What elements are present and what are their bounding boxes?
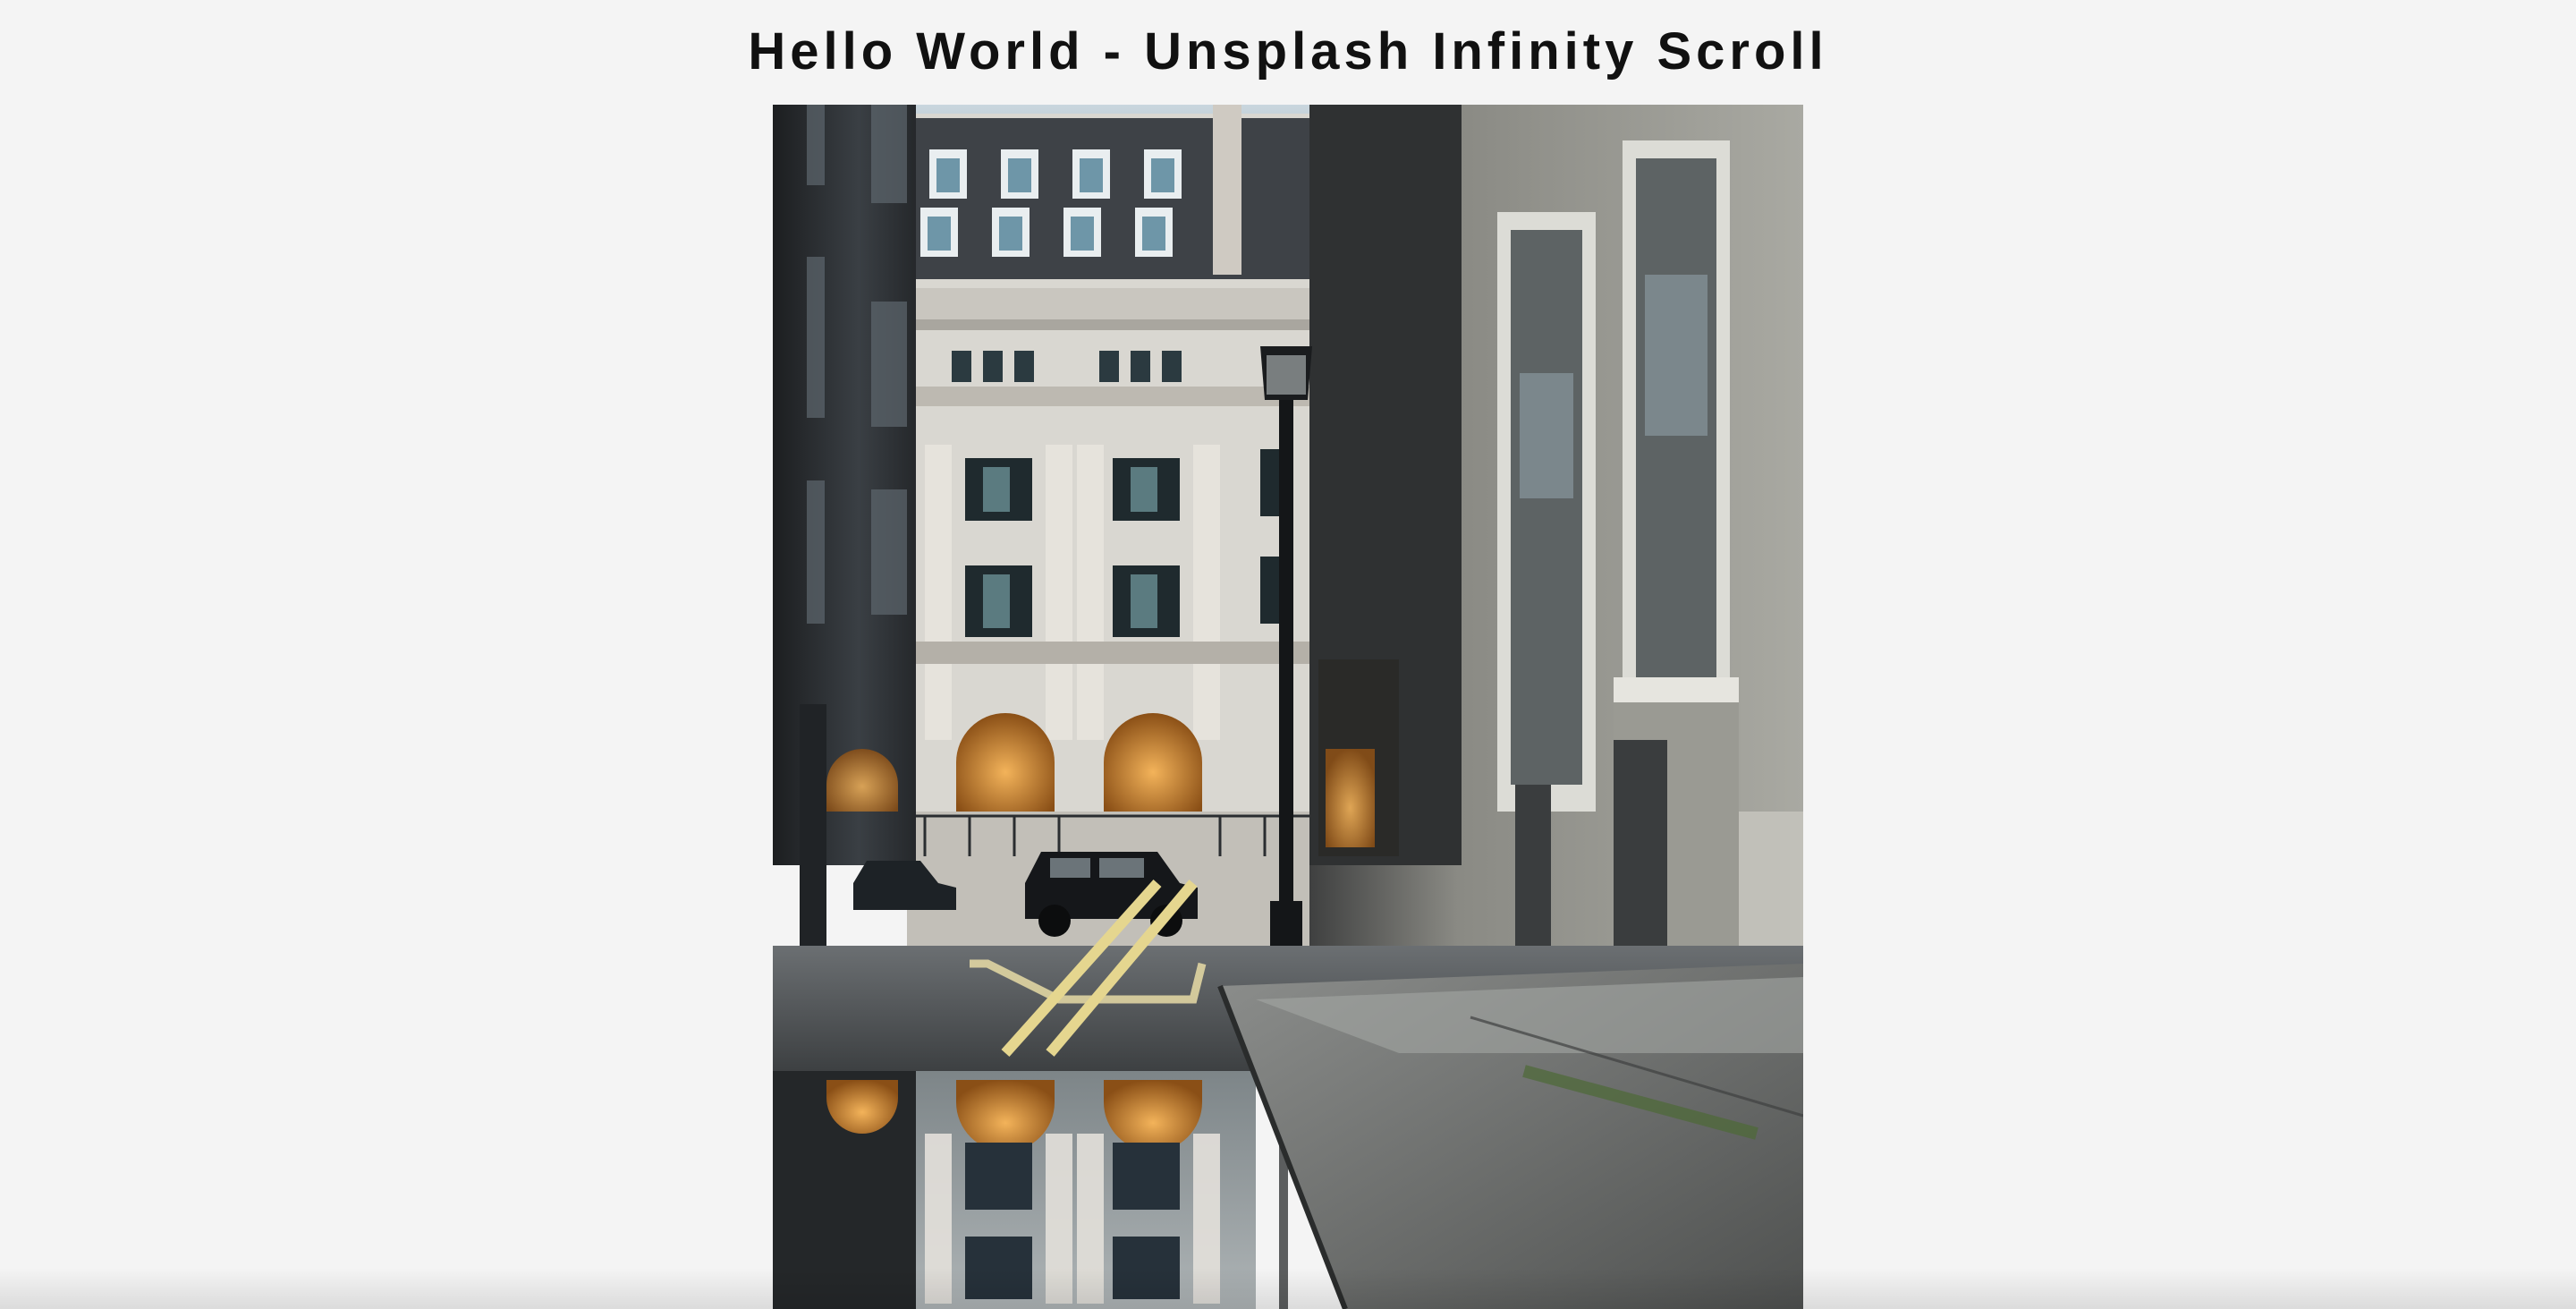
- page-title: Hello World - Unsplash Infinity Scroll: [748, 22, 1828, 81]
- image-container: [773, 105, 1803, 1309]
- street-photo: [773, 105, 1803, 1309]
- photo-link[interactable]: [773, 105, 1803, 1309]
- page: Hello World - Unsplash Infinity Scroll: [0, 0, 2576, 1309]
